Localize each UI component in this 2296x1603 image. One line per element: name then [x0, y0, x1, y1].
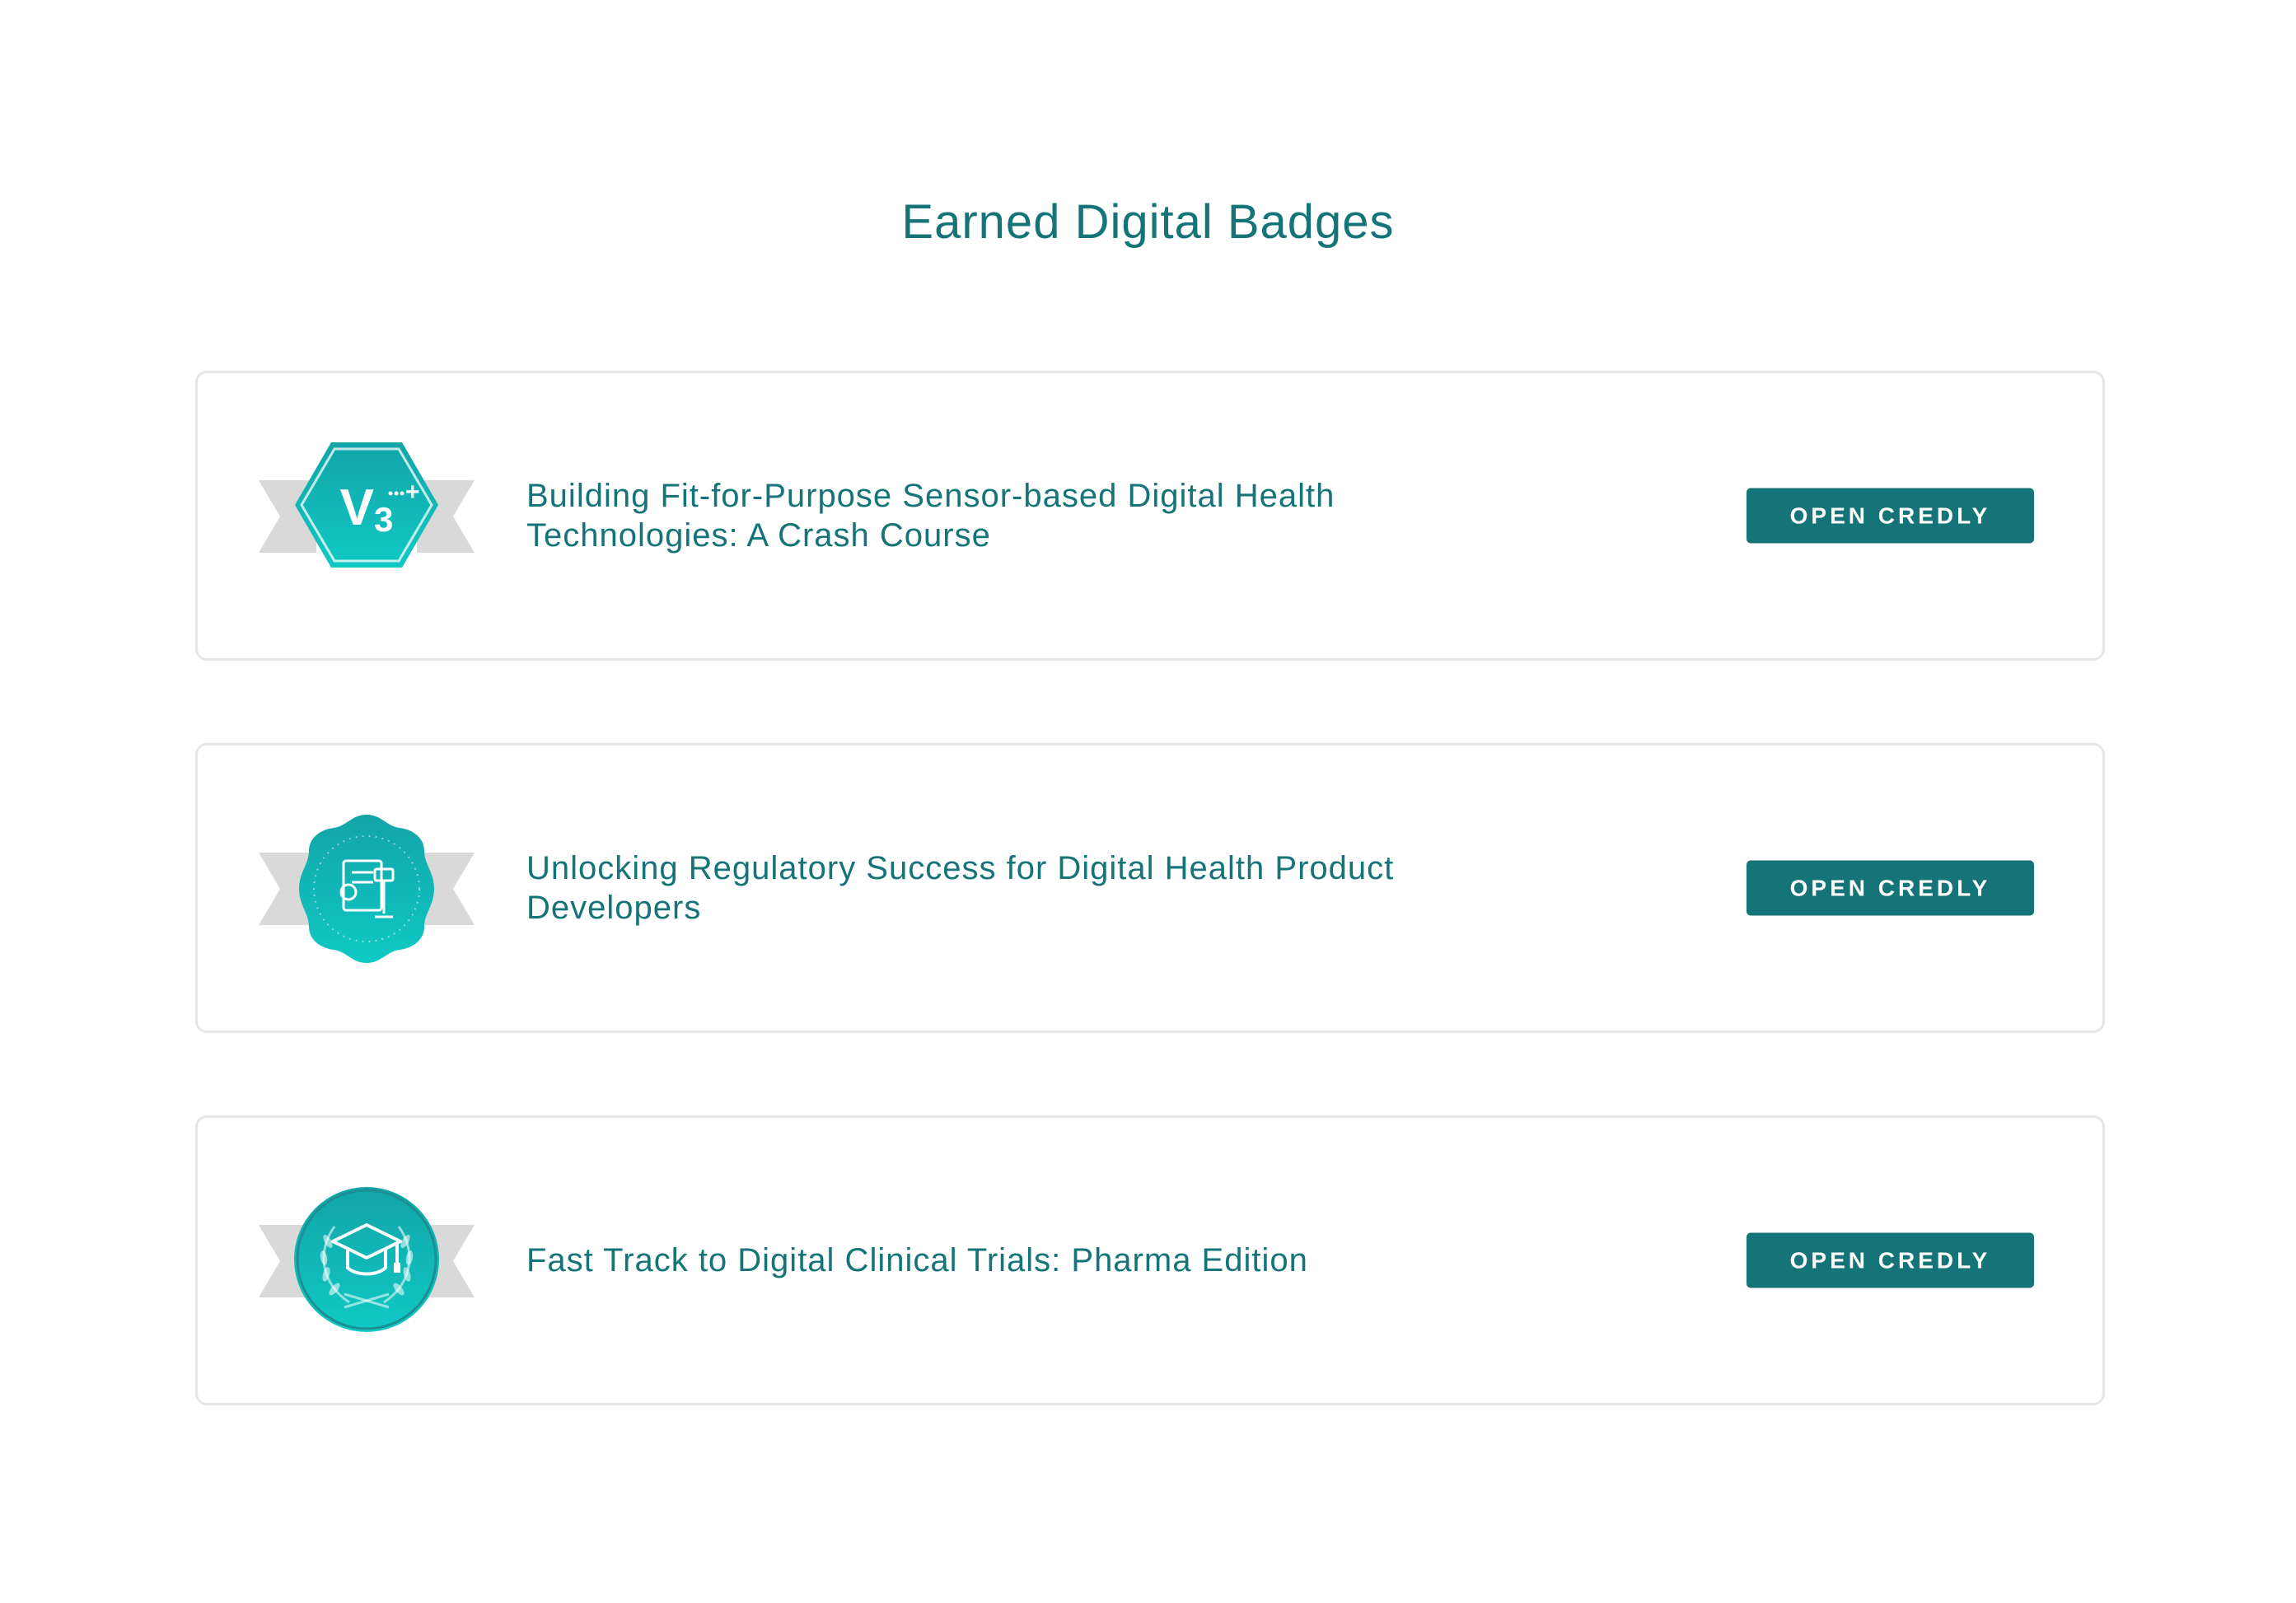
badge-title: Building Fit-for-Purpose Sensor-based Di… — [526, 478, 1335, 554]
regulatory-seal-badge-icon — [259, 815, 475, 963]
v3-plus-hexagon-badge-icon: V3 + — [259, 442, 475, 591]
open-credly-button[interactable]: OPEN CREDLY — [1747, 860, 2034, 916]
page-title: Earned Digital Badges — [901, 195, 1395, 249]
badges-page: Earned Digital Badges V3 + Building Fit-… — [0, 0, 2296, 1603]
badge-title: Fast Track to Digital Clinical Trials: P… — [526, 1242, 1308, 1278]
open-credly-button[interactable]: OPEN CREDLY — [1747, 488, 2034, 544]
badge-title: Unlocking Regulatory Success for Digital… — [526, 850, 1395, 926]
open-credly-button[interactable]: OPEN CREDLY — [1747, 1232, 2034, 1288]
badge-card: V3 + Building Fit-for-Purpose Sensor-bas… — [195, 371, 2105, 661]
graduation-cap-laurel-badge-icon — [259, 1187, 475, 1335]
svg-text:+: + — [405, 479, 420, 506]
badge-card: Fast Track to Digital Clinical Trials: P… — [195, 1115, 2105, 1405]
badge-card: Unlocking Regulatory Success for Digital… — [195, 743, 2105, 1033]
